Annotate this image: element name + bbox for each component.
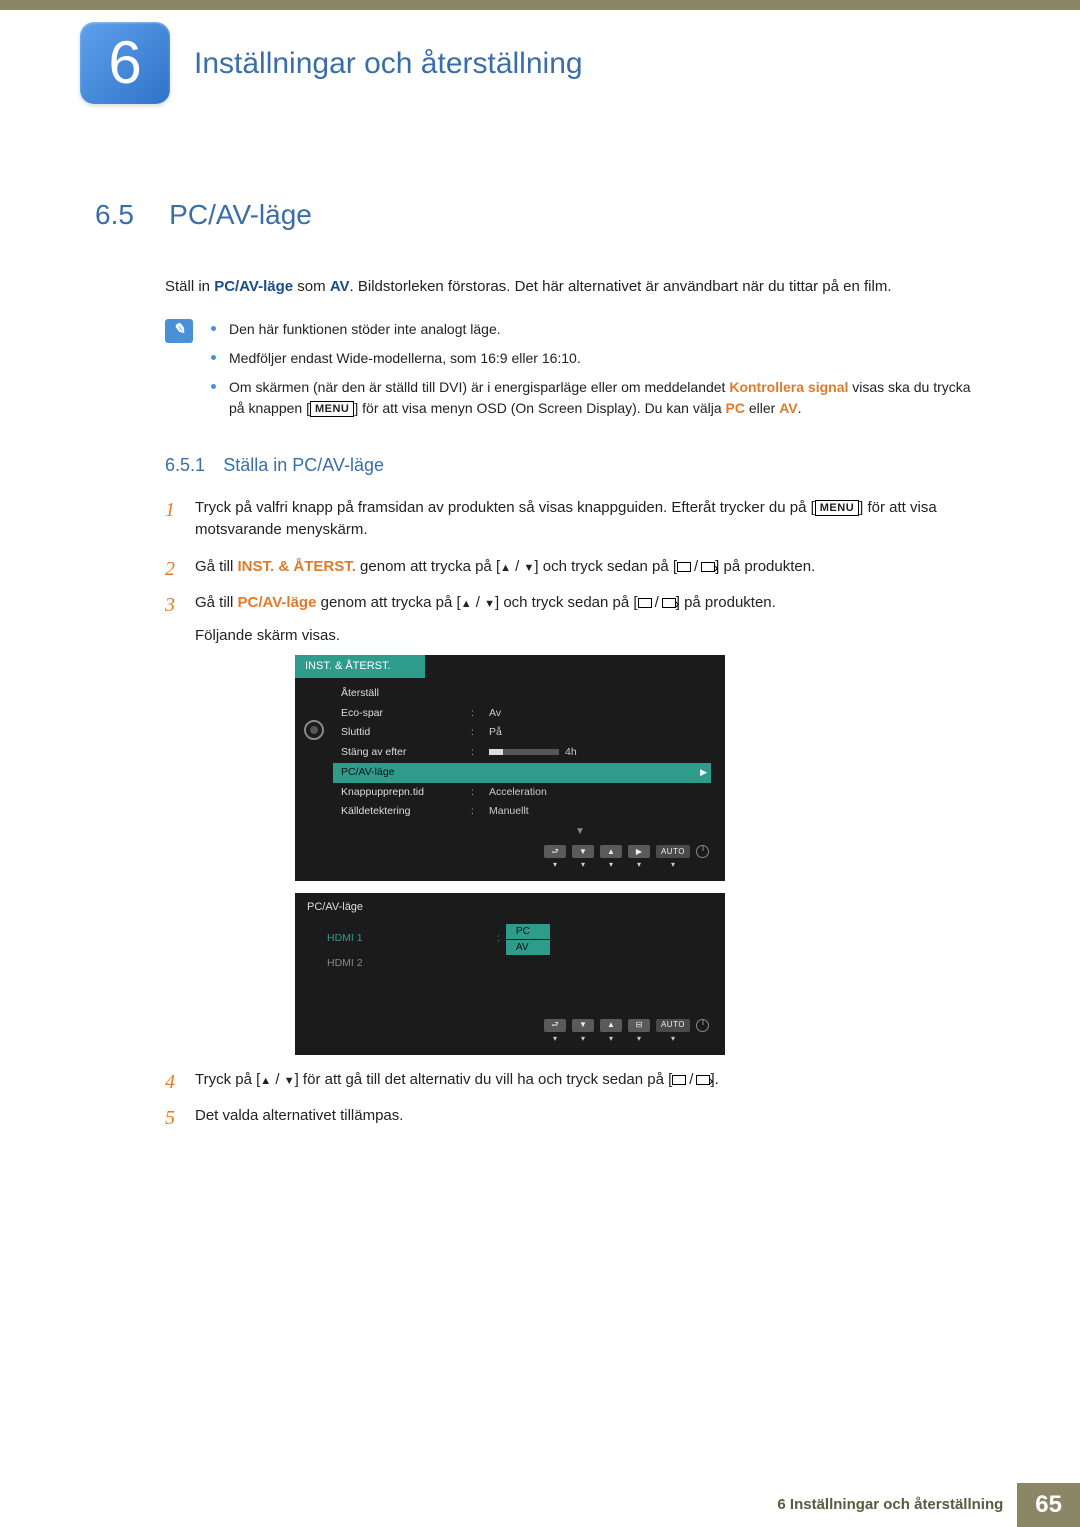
osd-screenshots: INST. & ÅTERST. ÅterställEco-spar:AvSlut… bbox=[295, 655, 985, 1054]
step-3: 3 Gå till PC/AV-läge genom att trycka på… bbox=[165, 592, 985, 1054]
step-number: 1 bbox=[165, 495, 175, 525]
section-title: PC/AV-läge bbox=[169, 199, 312, 230]
text: genom att trycka på [ bbox=[316, 594, 460, 611]
down-icon: ▼ bbox=[572, 845, 594, 858]
page-footer: 6 Inställningar och återställning 65 bbox=[0, 1483, 1080, 1527]
osd-row: Stäng av efter:4h bbox=[333, 743, 711, 763]
subsection-heading: 6.5.1 Ställa in PC/AV-läge bbox=[95, 452, 985, 479]
osd-row: Eco-spar:Av bbox=[333, 704, 711, 724]
auto-button: AUTO bbox=[656, 845, 690, 858]
section-number: 6.5 bbox=[95, 194, 165, 236]
term-check-signal: Kontrollera signal bbox=[729, 379, 848, 395]
enter-icon: / bbox=[672, 1069, 710, 1092]
step-number: 4 bbox=[165, 1067, 175, 1097]
text: ] och tryck sedan på [ bbox=[534, 558, 677, 575]
note-item: Den här funktionen stöder inte analogt l… bbox=[211, 319, 985, 340]
osd-row: Källdetektering:Manuellt bbox=[333, 802, 711, 822]
power-icon bbox=[696, 1019, 709, 1032]
text: Följande skärm visas. bbox=[195, 625, 985, 648]
step-5: 5 Det valda alternativet tillämpas. bbox=[165, 1105, 985, 1128]
text: Det valda alternativet tillämpas. bbox=[195, 1107, 403, 1124]
note-icon: ✎ bbox=[165, 319, 193, 343]
osd-title: INST. & ÅTERST. bbox=[295, 655, 425, 678]
text: . bbox=[798, 400, 802, 416]
down-icon bbox=[524, 558, 535, 575]
chapter-title: Inställningar och återställning bbox=[194, 41, 583, 86]
step-number: 2 bbox=[165, 554, 175, 584]
text: genom att trycka på [ bbox=[356, 558, 500, 575]
term-pcav: PC/AV-läge bbox=[214, 278, 293, 295]
note-list: Den här funktionen stöder inte analogt l… bbox=[211, 319, 985, 427]
text: Tryck på [ bbox=[195, 1071, 260, 1088]
text: Gå till bbox=[195, 594, 238, 611]
osd-menu-2: PC/AV-läge HDMI 1:PCAVHDMI 2 ⮐ ▼ ▲ ⊟ AUT… bbox=[295, 893, 725, 1055]
text: ] på produkten. bbox=[676, 594, 776, 611]
down-icon bbox=[484, 594, 495, 611]
subsection-title: Ställa in PC/AV-läge bbox=[223, 455, 384, 475]
right-icon: ▶ bbox=[628, 845, 650, 858]
intro-paragraph: Ställ in PC/AV-läge som AV. Bildstorleke… bbox=[95, 276, 985, 299]
term-pc: PC bbox=[726, 400, 745, 416]
step-number: 3 bbox=[165, 590, 175, 620]
chapter-header: 6 Inställningar och återställning bbox=[0, 10, 1080, 134]
note-item: Medföljer endast Wide-modellerna, som 16… bbox=[211, 348, 985, 369]
menu-button-icon: MENU bbox=[310, 401, 354, 417]
osd-row: Sluttid:På bbox=[333, 723, 711, 743]
text: ] för att gå till det alternativ du vill… bbox=[295, 1071, 673, 1088]
osd-row: Återställ bbox=[333, 684, 711, 704]
footer-page-number: 65 bbox=[1017, 1483, 1080, 1527]
term-av: AV bbox=[330, 278, 350, 295]
up-icon bbox=[461, 594, 472, 611]
text: eller bbox=[745, 400, 779, 416]
text: Om skärmen (när den är ställd till DVI) … bbox=[229, 379, 729, 395]
text: ] och tryck sedan på [ bbox=[495, 594, 638, 611]
text: . Bildstorleken förstoras. Det här alter… bbox=[350, 278, 892, 295]
footer-chapter-label: 6 Inställningar och återställning bbox=[763, 1483, 1017, 1527]
down-indicator-icon: ▼ bbox=[295, 822, 725, 839]
up-icon: ▲ bbox=[600, 1019, 622, 1032]
step-number: 5 bbox=[165, 1103, 175, 1133]
text: Tryck på valfri knapp på framsidan av pr… bbox=[195, 499, 815, 516]
down-icon bbox=[284, 1071, 295, 1088]
term-pcav: PC/AV-läge bbox=[238, 594, 317, 611]
subsection-number: 6.5.1 bbox=[165, 455, 205, 475]
text: som bbox=[293, 278, 330, 295]
note-block: ✎ Den här funktionen stöder inte analogt… bbox=[95, 319, 985, 427]
osd-footer: ⮐ ▼ ▲ ▶ AUTO bbox=[295, 839, 725, 858]
osd-row: PC/AV-läge▶ bbox=[333, 763, 711, 783]
power-icon bbox=[696, 845, 709, 858]
osd-row: Knappupprepn.tid:Acceleration bbox=[333, 783, 711, 803]
osd-menu-1: INST. & ÅTERST. ÅterställEco-spar:AvSlut… bbox=[295, 655, 725, 881]
up-icon: ▲ bbox=[600, 845, 622, 858]
return-icon: ⮐ bbox=[544, 845, 566, 858]
up-icon bbox=[500, 558, 511, 575]
step-2: 2 Gå till INST. & ÅTERST. genom att tryc… bbox=[165, 556, 985, 579]
enter-icon: / bbox=[677, 556, 715, 579]
step-4: 4 Tryck på [ / ] för att gå till det alt… bbox=[165, 1069, 985, 1092]
section-heading: 6.5 PC/AV-läge bbox=[95, 194, 985, 236]
osd-footer: ⮐ ▼ ▲ ⊟ AUTO bbox=[295, 1013, 725, 1032]
enter-icon: ⊟ bbox=[628, 1019, 650, 1032]
note-item: Om skärmen (när den är ställd till DVI) … bbox=[211, 377, 985, 419]
term-inst-aterst: INST. & ÅTERST. bbox=[238, 558, 356, 575]
up-icon bbox=[260, 1071, 271, 1088]
osd-row: HDMI 2 bbox=[327, 955, 711, 973]
step-1: 1 Tryck på valfri knapp på framsidan av … bbox=[165, 497, 985, 542]
osd-row: HDMI 1:PCAV bbox=[327, 924, 711, 955]
text: ] för att visa menyn OSD (On Screen Disp… bbox=[354, 400, 725, 416]
menu-button-icon: MENU bbox=[815, 500, 859, 516]
down-icon: ▼ bbox=[572, 1019, 594, 1032]
gear-icon bbox=[304, 720, 324, 740]
chapter-number-badge: 6 bbox=[80, 22, 170, 104]
auto-button: AUTO bbox=[656, 1019, 690, 1032]
term-av: AV bbox=[779, 400, 797, 416]
top-accent-bar bbox=[0, 0, 1080, 10]
steps-list: 1 Tryck på valfri knapp på framsidan av … bbox=[95, 497, 985, 1128]
text: ] på produkten. bbox=[715, 558, 815, 575]
osd-title: PC/AV-läge bbox=[295, 893, 725, 920]
return-icon: ⮐ bbox=[544, 1019, 566, 1032]
enter-icon: / bbox=[638, 592, 676, 615]
text: Gå till bbox=[195, 558, 238, 575]
text: Ställ in bbox=[165, 278, 214, 295]
